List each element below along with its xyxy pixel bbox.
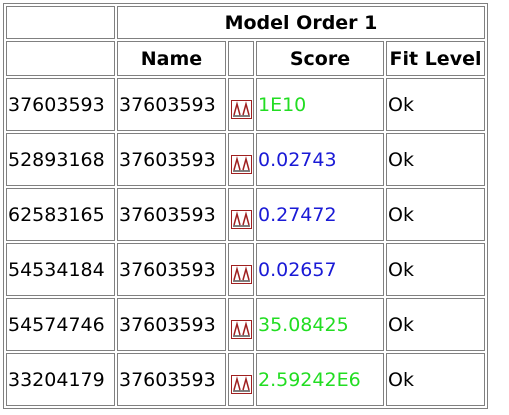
row-score: 0.02743 [256,133,384,186]
header-row-model: Model Order 1 [6,6,485,39]
header-empty-cell [6,41,115,76]
model-results-table: Model Order 1 Name Score Fit Level 37603… [3,3,488,409]
header-empty-cell [6,6,115,39]
row-score: 2.59242E6 [256,353,384,406]
table-row: 52893168 37603593 0.02743 Ok [6,133,485,186]
row-id: 37603593 [6,78,115,131]
column-header-score: Score [256,41,384,76]
table-row: 62583165 37603593 0.27472 Ok [6,188,485,241]
row-id: 33204179 [6,353,115,406]
plot-icon[interactable] [230,319,252,339]
row-id: 54574746 [6,298,115,351]
results-body: 37603593 37603593 1E10 Ok 52893168 37603… [6,78,485,406]
table-row: 54534184 37603593 0.02657 Ok [6,243,485,296]
row-fit-level: Ok [386,353,485,406]
plot-icon[interactable] [230,209,252,229]
header-empty-cell [228,41,254,76]
plot-icon[interactable] [230,264,252,284]
plot-icon[interactable] [230,374,252,394]
row-score: 1E10 [256,78,384,131]
column-header-fit-level: Fit Level [386,41,485,76]
model-order-title: Model Order 1 [117,6,485,39]
row-name: 37603593 [117,78,226,131]
row-name: 37603593 [117,353,226,406]
column-header-name: Name [117,41,226,76]
row-fit-level: Ok [386,78,485,131]
table-row: 37603593 37603593 1E10 Ok [6,78,485,131]
row-score: 0.27472 [256,188,384,241]
row-name: 37603593 [117,188,226,241]
row-id: 54534184 [6,243,115,296]
row-fit-level: Ok [386,298,485,351]
plot-icon[interactable] [230,99,252,119]
plot-icon[interactable] [230,154,252,174]
row-fit-level: Ok [386,243,485,296]
row-score: 0.02657 [256,243,384,296]
row-score: 35.08425 [256,298,384,351]
table-row: 33204179 37603593 2.59242E6 Ok [6,353,485,406]
row-fit-level: Ok [386,133,485,186]
table-row: 54574746 37603593 35.08425 Ok [6,298,485,351]
row-id: 52893168 [6,133,115,186]
row-id: 62583165 [6,188,115,241]
row-name: 37603593 [117,133,226,186]
header-row-columns: Name Score Fit Level [6,41,485,76]
row-fit-level: Ok [386,188,485,241]
row-name: 37603593 [117,243,226,296]
row-name: 37603593 [117,298,226,351]
